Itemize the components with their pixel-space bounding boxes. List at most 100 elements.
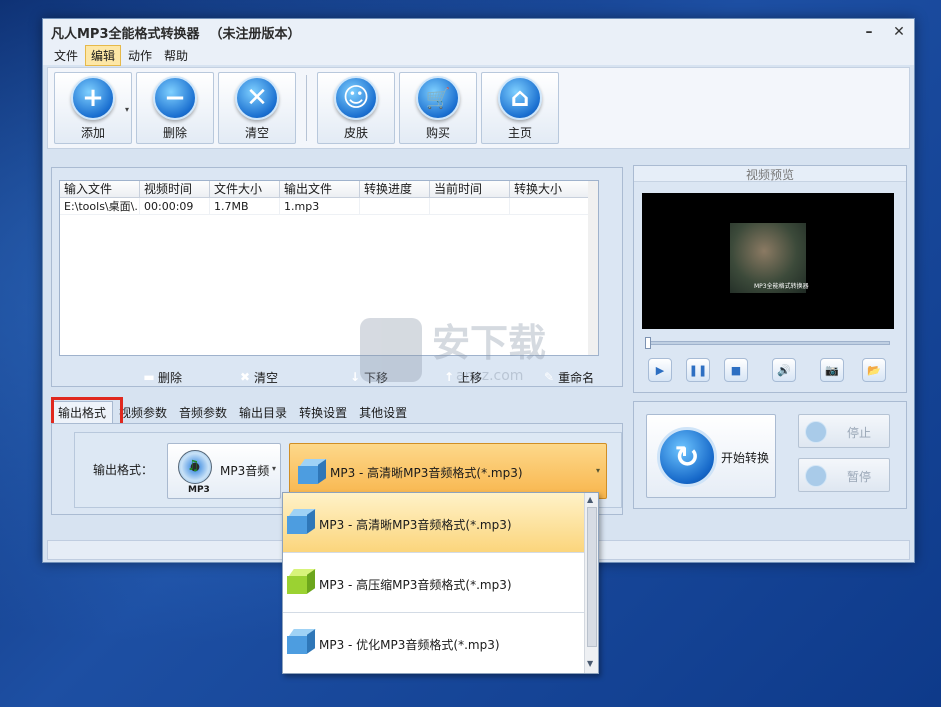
cell-output-file: 1.mp3	[280, 198, 360, 214]
col-current-time[interactable]: 当前时间	[430, 181, 510, 197]
cell-current-time	[430, 198, 510, 214]
chevron-down-icon: ▾	[271, 464, 276, 473]
menu-help[interactable]: 帮助	[159, 46, 193, 65]
rename-button[interactable]: ✎ 重命名	[542, 369, 594, 386]
menu-edit[interactable]: 编辑	[85, 44, 122, 66]
tab-audio-params[interactable]: 音频参数	[173, 402, 233, 423]
table-header: 输入文件 视频时间 文件大小 输出文件 转换进度 当前时间 转换大小	[60, 181, 598, 198]
arrow-up-icon: ↑	[444, 370, 455, 384]
clear-icon: ✕	[235, 75, 279, 120]
scroll-down-icon[interactable]: ▼	[587, 659, 593, 668]
window-subtitle: （未注册版本）	[209, 26, 301, 42]
cell-video-time: 00:00:09	[140, 198, 210, 214]
stop-label: 停止	[847, 426, 872, 440]
clear-x-icon: ✖	[239, 370, 251, 384]
pause-icon	[805, 465, 827, 487]
preview-title: 视频预览	[634, 166, 906, 182]
preset-option[interactable]: MP3 - 优化MP3音频格式(*.mp3)	[283, 613, 598, 673]
table-row[interactable]: E:\tools\桌面\... 00:00:09 1.7MB 1.mp3	[60, 198, 598, 215]
start-convert-button[interactable]: ↻ 开始转换	[646, 414, 776, 498]
home-button[interactable]: ⌂ 主页	[481, 72, 559, 144]
dropdown-scrollbar[interactable]: ▲ ▼	[584, 493, 598, 673]
clear-button[interactable]: ✕ 清空	[218, 72, 296, 144]
col-progress[interactable]: 转换进度	[360, 181, 430, 197]
tab-video-params[interactable]: 视频参数	[113, 402, 173, 423]
minimize-button[interactable]: –	[854, 19, 884, 45]
add-label: 添加	[80, 125, 105, 140]
start-convert-label: 开始转换	[721, 451, 770, 465]
preset-option-label: MP3 - 高清晰MP3音频格式(*.mp3)	[319, 518, 512, 532]
tab-output-dir[interactable]: 输出目录	[233, 402, 293, 423]
stop-icon	[805, 421, 827, 443]
skin-button[interactable]: ☺ 皮肤	[317, 72, 395, 144]
col-video-time[interactable]: 视频时间	[140, 181, 210, 197]
camera-icon[interactable]: 📷	[820, 358, 844, 382]
menu-file[interactable]: 文件	[49, 46, 83, 65]
col-file-size[interactable]: 文件大小	[210, 181, 280, 197]
move-down-button[interactable]: ↓ 下移	[348, 369, 388, 386]
player-controls: ▶ ❚❚ ■ 🔊 📷 📂	[648, 358, 892, 382]
close-button[interactable]: ✕	[884, 19, 914, 45]
col-output-file[interactable]: 输出文件	[280, 181, 360, 197]
cart-icon: 🛒	[416, 75, 460, 120]
move-up-label: 上移	[458, 370, 483, 385]
menu-bar: 文件 编辑 动作 帮助	[43, 44, 914, 66]
rename-icon: ✎	[544, 370, 555, 384]
pause-label: 暂停	[847, 470, 872, 484]
delete-label: 删除	[162, 125, 187, 140]
remove-icon: −	[153, 75, 197, 120]
table-scrollbar[interactable]	[588, 181, 598, 355]
stop-convert-button[interactable]: 停止	[798, 414, 890, 448]
selected-preset: MP3 - 高清晰MP3音频格式(*.mp3)	[330, 466, 523, 480]
cube-icon	[287, 569, 316, 595]
col-converted-size[interactable]: 转换大小	[510, 181, 590, 197]
preset-option-label: MP3 - 优化MP3音频格式(*.mp3)	[319, 638, 500, 652]
list-delete-label: 删除	[158, 370, 183, 385]
delete-button[interactable]: − 删除	[136, 72, 214, 144]
tab-output-format[interactable]: 输出格式	[51, 401, 114, 423]
format-preset-select[interactable]: MP3 - 高清晰MP3音频格式(*.mp3) ▾	[289, 443, 607, 499]
menu-action[interactable]: 动作	[123, 46, 157, 65]
scroll-up-icon[interactable]: ▲	[587, 495, 593, 504]
list-actions: ▬ 删除 ✖ 清空 ↓ 下移 ↑ 上移 ✎ 重命名	[52, 368, 624, 386]
pause-icon[interactable]: ❚❚	[686, 358, 710, 382]
toolbar-separator	[306, 75, 307, 141]
delete-bar-icon: ▬	[143, 370, 155, 384]
stop-icon[interactable]: ■	[724, 358, 748, 382]
move-up-button[interactable]: ↑ 上移	[442, 369, 482, 386]
format-preset-dropdown-list[interactable]: MP3 - 高清晰MP3音频格式(*.mp3) MP3 - 高压缩MP3音频格式…	[282, 492, 599, 674]
convert-panel: ↻ 开始转换 停止 暂停	[633, 401, 907, 509]
seek-bar[interactable]	[645, 337, 890, 349]
seek-handle[interactable]	[645, 337, 651, 349]
add-dropdown-arrow-icon[interactable]: ▾	[125, 105, 129, 114]
tab-other-settings[interactable]: 其他设置	[353, 402, 413, 423]
clear-label: 清空	[244, 125, 269, 140]
pause-convert-button[interactable]: 暂停	[798, 458, 890, 492]
add-button[interactable]: + 添加 ▾	[54, 72, 132, 144]
toolbar: + 添加 ▾ − 删除 ✕ 清空 ☺ 皮肤 🛒 购买 ⌂ 主页	[47, 67, 910, 149]
folder-icon[interactable]: 📂	[862, 358, 886, 382]
preset-option[interactable]: MP3 - 高压缩MP3音频格式(*.mp3)	[283, 553, 598, 613]
home-icon: ⌂	[498, 75, 542, 120]
settings-tabs: 输出格式 视频参数 音频参数 输出目录 转换设置 其他设置	[51, 401, 413, 423]
list-delete-button[interactable]: ▬ 删除	[142, 369, 182, 386]
play-icon[interactable]: ▶	[648, 358, 672, 382]
skin-icon: ☺	[334, 75, 378, 120]
col-input-file[interactable]: 输入文件	[60, 181, 140, 197]
video-caption: MP3全能格式转换器	[754, 283, 809, 290]
list-clear-label: 清空	[254, 370, 279, 385]
app-window: 凡人MP3全能格式转换器 （未注册版本） – ✕ 文件 编辑 动作 帮助 + 添…	[42, 18, 915, 563]
preset-option[interactable]: MP3 - 高清晰MP3音频格式(*.mp3)	[283, 493, 598, 553]
rename-label: 重命名	[558, 370, 595, 385]
music-note-icon: ♫	[187, 458, 200, 474]
cell-input-file: E:\tools\桌面\...	[60, 198, 140, 214]
list-clear-button[interactable]: ✖ 清空	[238, 369, 278, 386]
tab-convert-settings[interactable]: 转换设置	[293, 402, 353, 423]
buy-button[interactable]: 🛒 购买	[399, 72, 477, 144]
scroll-thumb[interactable]	[587, 507, 597, 647]
format-type-name: MP3音频	[220, 464, 270, 478]
video-player[interactable]: MP3全能格式转换器	[642, 193, 894, 329]
format-type-dropdown[interactable]: ♫ MP3 MP3音频 ▾	[167, 443, 281, 499]
volume-icon[interactable]: 🔊	[772, 358, 796, 382]
format-label: 输出格式：	[93, 463, 154, 477]
